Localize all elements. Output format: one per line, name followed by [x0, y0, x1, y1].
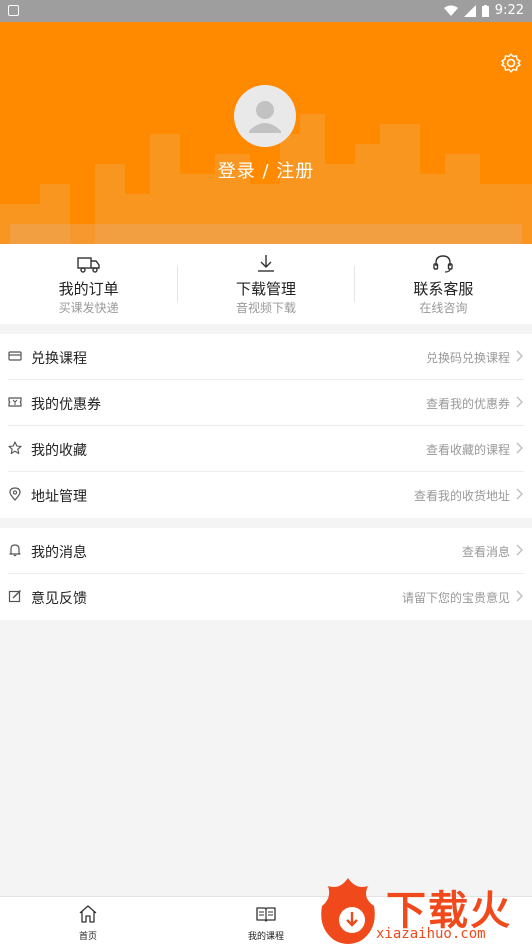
menu-label: 我的消息 [31, 545, 87, 561]
tab-label: 首页 [78, 932, 97, 942]
menu-hint: 查看我的优惠券 [425, 397, 510, 411]
chevron-right-icon [516, 396, 523, 408]
chevron-right-icon [516, 488, 523, 500]
menu-label: 我的收藏 [31, 443, 87, 459]
watermark: 下载火 xiazaihuo.com [316, 876, 532, 946]
edit-icon [8, 590, 21, 603]
menu-row-messages[interactable]: 我的消息 查看消息 [0, 528, 532, 574]
menu-row-redeem-course[interactable]: 兑换课程 兑换码兑换课程 [0, 334, 532, 380]
menu-row-feedback[interactable]: 意见反馈 请留下您的宝贵意见 [0, 574, 532, 620]
menu-hint: 查看收藏的课程 [425, 443, 510, 457]
menu-label: 兑换课程 [31, 351, 87, 367]
menu-label: 意见反馈 [31, 591, 87, 607]
headset-icon [433, 255, 454, 273]
truck-icon [76, 257, 100, 273]
menu-label: 我的优惠券 [31, 397, 101, 413]
tab-label: 我的课程 [247, 932, 284, 942]
book-icon [256, 907, 276, 922]
quick-action-subtitle: 在线咨询 [419, 301, 468, 315]
signal-icon [463, 4, 476, 17]
profile-header: 登录 / 注册 [0, 22, 532, 244]
avatar[interactable] [234, 85, 296, 147]
quick-action-title: 联系客服 [413, 280, 474, 298]
quick-action-subtitle: 音视频下载 [235, 301, 296, 315]
download-icon [257, 255, 274, 272]
chevron-right-icon [516, 442, 523, 454]
home-icon [79, 905, 97, 923]
coupon-icon [8, 397, 22, 407]
app-notification-icon [8, 5, 19, 16]
menu-row-coupons[interactable]: 我的优惠券 查看我的优惠券 [0, 380, 532, 426]
menu-hint: 查看消息 [461, 545, 510, 559]
bell-icon [9, 544, 21, 557]
menu-row-address[interactable]: 地址管理 查看我的收货地址 [0, 472, 532, 518]
user-silhouette-icon [249, 101, 281, 133]
menu-hint: 查看我的收货地址 [413, 489, 510, 503]
chevron-right-icon [516, 544, 523, 556]
quick-action-support[interactable]: 联系客服 在线咨询 [355, 244, 532, 324]
menu-row-favorites[interactable]: 我的收藏 查看收藏的课程 [0, 426, 532, 472]
quick-action-subtitle: 买课发快递 [58, 301, 119, 315]
battery-icon [481, 4, 489, 17]
quick-action-downloads[interactable]: 下载管理 音视频下载 [177, 244, 354, 324]
quick-actions: 我的订单 买课发快递 下载管理 音视频下载 联系客服 在线咨询 [0, 244, 532, 324]
menu-group-messages: 我的消息 查看消息 意见反馈 请留下您的宝贵意见 [0, 528, 532, 620]
chevron-right-icon [516, 590, 523, 602]
quick-action-title: 下载管理 [235, 280, 296, 298]
quick-divider [354, 266, 355, 302]
location-icon [9, 487, 21, 501]
settings-gear-icon[interactable] [500, 52, 522, 74]
tab-my-courses[interactable]: 我的课程 [226, 897, 306, 947]
quick-action-orders[interactable]: 我的订单 买课发快递 [0, 244, 177, 324]
card-icon [8, 351, 22, 361]
quick-divider [177, 266, 178, 302]
status-bar: 9:22 [0, 0, 532, 22]
status-time: 9:22 [494, 3, 524, 18]
flame-logo-icon [321, 878, 375, 944]
menu-group-account: 兑换课程 兑换码兑换课程 我的优惠券 查看我的优惠券 我的收藏 查看收藏的课程 … [0, 334, 532, 518]
chevron-right-icon [516, 350, 523, 362]
login-register-link[interactable]: 登录 / 注册 [0, 157, 532, 183]
wifi-icon [443, 5, 458, 16]
star-icon [8, 441, 22, 455]
menu-label: 地址管理 [31, 489, 87, 505]
watermark-url: xiazaihuo.com [376, 926, 486, 942]
quick-action-title: 我的订单 [58, 280, 119, 298]
tab-home[interactable]: 首页 [48, 897, 128, 947]
menu-hint: 兑换码兑换课程 [425, 351, 510, 365]
menu-hint: 请留下您的宝贵意见 [401, 591, 510, 605]
